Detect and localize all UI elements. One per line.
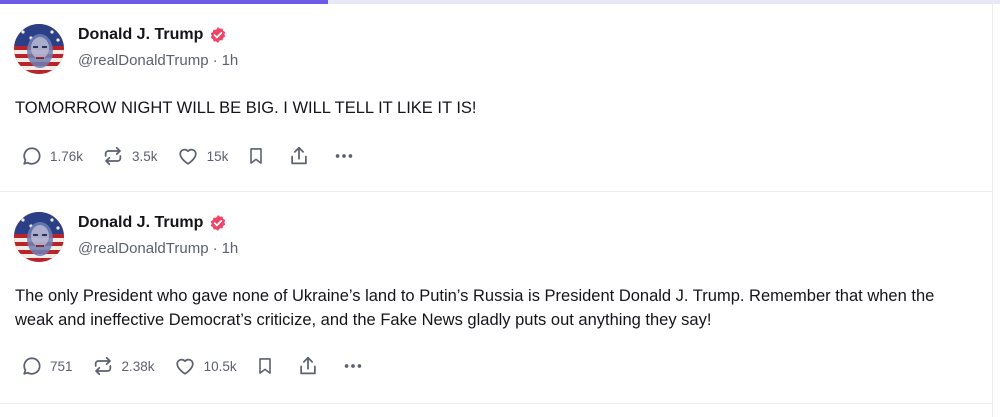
reply-icon <box>21 355 43 377</box>
author-meta: @realDonaldTrump · 1h <box>78 52 238 69</box>
author-handle[interactable]: @realDonaldTrump <box>78 240 209 257</box>
author-meta: @realDonaldTrump · 1h <box>78 240 238 257</box>
author-name[interactable]: Donald J. Trump <box>78 214 203 232</box>
repost-button[interactable]: 2.38k <box>91 355 155 377</box>
post[interactable]: Donald J. Trump @realDonaldTrump · 1h The … <box>0 192 992 404</box>
avatar[interactable] <box>14 24 64 74</box>
share-icon <box>288 144 310 168</box>
like-count: 10.5k <box>203 358 237 374</box>
like-button[interactable]: 15k <box>176 145 229 167</box>
author-handle[interactable]: @realDonaldTrump <box>78 52 209 69</box>
post-timestamp[interactable]: 1h <box>222 52 239 69</box>
bookmark-icon <box>246 145 266 167</box>
heart-icon <box>176 145 200 167</box>
post-timestamp[interactable]: 1h <box>222 240 239 257</box>
verified-badge-icon <box>209 26 227 44</box>
share-icon <box>297 354 319 378</box>
post[interactable]: Donald J. Trump @realDonaldTrump · 1h TOMO… <box>0 4 992 192</box>
more-icon <box>341 355 365 377</box>
post-feed: Donald J. Trump @realDonaldTrump · 1h TOMO… <box>0 4 993 417</box>
verified-badge-icon <box>209 214 227 232</box>
post-actions: 751 2.38k 10.5k <box>21 354 387 378</box>
post-text: The only President who gave none of Ukra… <box>15 287 935 329</box>
reply-button[interactable]: 751 <box>21 355 73 377</box>
reply-count: 751 <box>50 358 73 374</box>
share-button[interactable] <box>288 144 310 168</box>
bookmark-button[interactable] <box>246 145 266 167</box>
reply-button[interactable]: 1.76k <box>21 145 83 167</box>
post-header: Donald J. Trump @realDonaldTrump · 1h <box>14 24 238 74</box>
more-options-button[interactable] <box>341 355 365 377</box>
repost-count: 3.5k <box>132 148 158 164</box>
post-actions: 1.76k 3.5k 15k <box>21 144 378 168</box>
meta-separator: · <box>212 52 218 69</box>
like-button[interactable]: 10.5k <box>173 355 237 377</box>
reply-count: 1.76k <box>50 148 84 164</box>
repost-count: 2.38k <box>121 358 155 374</box>
repost-button[interactable]: 3.5k <box>101 145 158 167</box>
post-header: Donald J. Trump @realDonaldTrump · 1h <box>14 212 238 262</box>
more-icon <box>332 145 356 167</box>
avatar[interactable] <box>14 212 64 262</box>
like-count: 15k <box>206 148 229 164</box>
bookmark-icon <box>255 355 275 377</box>
repost-icon <box>91 355 115 377</box>
more-options-button[interactable] <box>332 145 356 167</box>
share-button[interactable] <box>297 354 319 378</box>
author-name[interactable]: Donald J. Trump <box>78 26 203 44</box>
heart-icon <box>173 355 197 377</box>
reply-icon <box>21 145 43 167</box>
bookmark-button[interactable] <box>255 355 275 377</box>
repost-icon <box>101 145 125 167</box>
meta-separator: · <box>212 240 218 257</box>
post-text: TOMORROW NIGHT WILL BE BIG. I WILL TELL … <box>15 99 477 117</box>
